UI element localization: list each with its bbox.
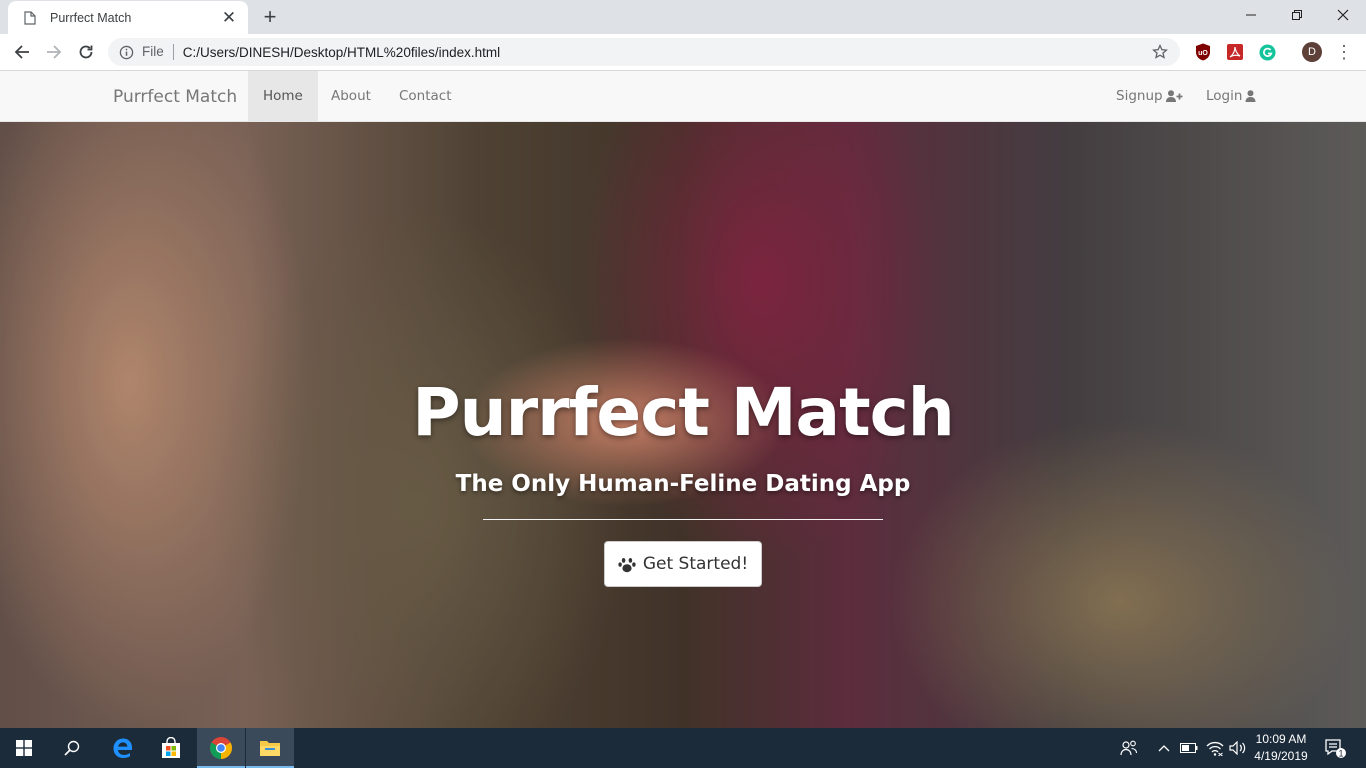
volume-control[interactable] <box>1227 728 1249 768</box>
minimize-window-button[interactable] <box>1228 0 1274 30</box>
url-scheme-label: File <box>142 44 174 60</box>
signup-link[interactable]: Signup <box>1116 71 1183 121</box>
forward-arrow-icon <box>47 45 62 59</box>
network-status[interactable] <box>1204 728 1226 768</box>
close-window-button[interactable] <box>1320 0 1366 30</box>
site-info-icon[interactable] <box>118 44 134 60</box>
signup-label: Signup <box>1116 88 1163 104</box>
hero-banner: Purrfect Match The Only Human-Feline Dat… <box>0 122 1366 728</box>
clock-time: 10:09 AM <box>1255 732 1307 746</box>
pdf-extension-icon[interactable] <box>1225 42 1245 62</box>
tab-title: Purrfect Match <box>50 10 132 25</box>
taskbar-file-explorer[interactable] <box>246 728 294 768</box>
chevron-up-icon <box>1158 745 1170 752</box>
profile-avatar[interactable]: D <box>1302 42 1322 62</box>
url-text[interactable]: C:/Users/DINESH/Desktop/HTML%20files/ind… <box>183 45 1150 60</box>
login-label: Login <box>1206 88 1243 104</box>
navbar-brand[interactable]: Purrfect Match <box>113 87 237 107</box>
notification-count: 1 <box>1338 749 1343 759</box>
taskbar-store[interactable] <box>147 728 195 768</box>
taskbar-edge[interactable] <box>99 728 147 768</box>
taskbar-clock[interactable]: 10:09 AM 4/19/2019 <box>1248 731 1314 765</box>
hero-divider <box>483 519 883 520</box>
speaker-icon <box>1229 741 1246 755</box>
address-bar[interactable]: File C:/Users/DINESH/Desktop/HTML%20file… <box>108 38 1180 66</box>
get-started-button[interactable]: Get Started! <box>604 541 762 587</box>
search-icon <box>64 740 80 756</box>
restore-window-button[interactable] <box>1274 0 1320 30</box>
svg-text:uO: uO <box>1198 50 1208 57</box>
paw-icon <box>618 557 636 572</box>
page-icon <box>22 10 38 26</box>
windows-logo-icon <box>16 740 32 756</box>
forward-button[interactable] <box>40 38 68 66</box>
windows-taskbar: 10:09 AM 4/19/2019 1 <box>0 728 1366 768</box>
store-icon <box>162 737 180 758</box>
browser-menu-icon[interactable]: ⋮ <box>1334 42 1354 62</box>
taskbar-chrome[interactable] <box>197 728 245 768</box>
back-button[interactable] <box>8 38 36 66</box>
reload-button[interactable] <box>72 38 100 66</box>
wifi-icon <box>1206 741 1224 756</box>
user-icon <box>1245 90 1256 102</box>
browser-tab-strip: Purrfect Match ✕ + <box>0 0 1366 34</box>
clock-date: 4/19/2019 <box>1254 749 1308 763</box>
nav-about[interactable]: About <box>316 71 386 121</box>
start-button[interactable] <box>0 728 48 768</box>
close-icon <box>1337 9 1349 21</box>
nav-contact[interactable]: Contact <box>384 71 467 121</box>
show-hidden-icons-button[interactable] <box>1155 728 1173 768</box>
edge-browser-icon <box>113 738 132 758</box>
bookmark-star-icon[interactable] <box>1150 42 1170 62</box>
minimize-icon <box>1246 14 1256 16</box>
user-plus-icon <box>1165 90 1183 102</box>
close-tab-icon[interactable]: ✕ <box>220 8 238 27</box>
hero-subtitle: The Only Human-Feline Dating App <box>455 471 911 497</box>
search-button[interactable] <box>48 728 96 768</box>
battery-status[interactable] <box>1178 728 1200 768</box>
chrome-icon <box>210 737 232 759</box>
grammarly-icon[interactable] <box>1257 42 1277 62</box>
back-arrow-icon <box>14 45 29 59</box>
battery-icon <box>1180 743 1198 753</box>
nav-home[interactable]: Home <box>248 71 318 121</box>
action-center-button[interactable]: 1 <box>1320 728 1350 768</box>
folder-icon <box>260 741 280 756</box>
new-tab-button[interactable]: + <box>258 5 282 29</box>
people-button[interactable] <box>1118 728 1140 768</box>
reload-icon <box>79 45 93 59</box>
people-icon <box>1120 740 1138 756</box>
restore-icon <box>1292 10 1302 20</box>
hero-content: Purrfect Match The Only Human-Feline Dat… <box>0 122 1366 728</box>
screen: Purrfect Match ✕ + File C:/Users/DINESH/… <box>0 0 1366 768</box>
login-link[interactable]: Login <box>1206 71 1256 121</box>
ublock-origin-icon[interactable]: uO <box>1193 42 1213 62</box>
hero-title: Purrfect Match <box>412 374 954 451</box>
browser-toolbar: File C:/Users/DINESH/Desktop/HTML%20file… <box>0 34 1366 71</box>
site-navbar: Purrfect Match Home About Contact Signup… <box>0 71 1366 122</box>
browser-tab[interactable]: Purrfect Match ✕ <box>8 1 248 34</box>
notification-icon: 1 <box>1325 739 1346 759</box>
get-started-label: Get Started! <box>642 554 749 574</box>
